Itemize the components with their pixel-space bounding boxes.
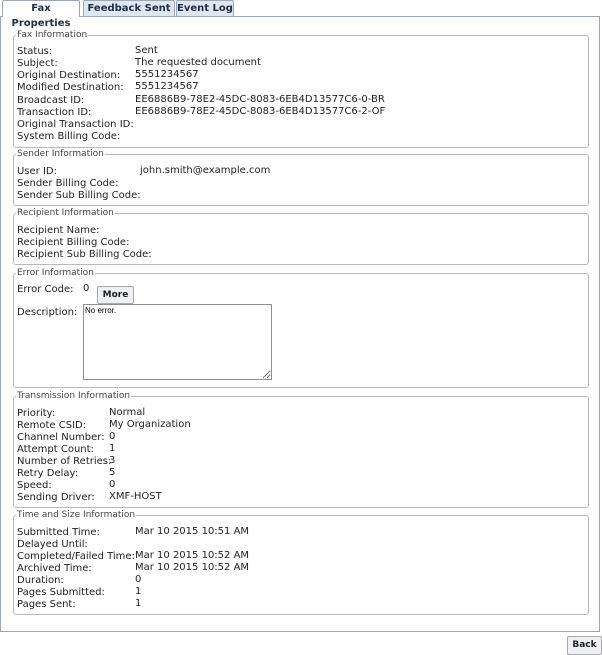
back-button[interactable]: Back — [567, 636, 602, 655]
speed-value: 0 — [109, 479, 116, 490]
status-value: Sent — [135, 45, 158, 56]
duration-value: 0 — [135, 574, 142, 585]
description-label: Description: — [17, 307, 78, 318]
archived-time-value: Mar 10 2015 10:52 AM — [135, 562, 250, 573]
recipient-information-legend: Recipient Information — [17, 208, 114, 218]
recipient-billing-code-label: Recipient Billing Code: — [17, 237, 130, 248]
delayed-until-label: Delayed Until: — [17, 539, 88, 550]
transaction-id-value: EE6886B9-78E2-45DC-8083-6EB4D13577C6-2-O… — [135, 106, 386, 117]
channel-number-value: 0 — [109, 431, 116, 442]
recipient-name-label: Recipient Name: — [17, 225, 100, 236]
tab-fax-properties[interactable]: Fax Properties — [2, 0, 80, 29]
completed-failed-time-label: Completed/Failed Time: — [17, 551, 135, 562]
user-id-value: john.smith@example.com — [140, 165, 271, 176]
description-textarea[interactable]: No error. — [83, 304, 272, 380]
more-button[interactable]: More — [97, 286, 134, 304]
original-destination-label: Original Destination: — [17, 70, 121, 81]
number-of-retries-label: Number of Retries: — [17, 456, 112, 467]
error-information-legend: Error Information — [17, 268, 94, 278]
subject-label: Subject: — [17, 58, 58, 69]
original-destination-value: 5551234567 — [135, 69, 199, 80]
time-size-information-group: Time and Size Information — [13, 510, 589, 615]
status-label: Status: — [17, 46, 53, 57]
tab-event-log[interactable]: Event Log — [176, 0, 234, 16]
user-id-label: User ID: — [17, 166, 57, 177]
error-code-label: Error Code: — [17, 284, 74, 295]
completed-failed-time-value: Mar 10 2015 10:52 AM — [135, 550, 250, 561]
transmission-information-legend: Transmission Information — [17, 391, 131, 401]
time-size-information-legend: Time and Size Information — [17, 510, 136, 520]
priority-value: Normal — [109, 407, 146, 418]
system-billing-code-label: System Billing Code: — [17, 131, 121, 142]
archived-time-label: Archived Time: — [17, 563, 92, 574]
modified-destination-value: 5551234567 — [135, 81, 199, 92]
sender-information-legend: Sender Information — [17, 149, 104, 159]
speed-label: Speed: — [17, 480, 52, 491]
attempt-count-value: 1 — [109, 443, 116, 454]
number-of-retries-value: 3 — [109, 455, 116, 466]
original-transaction-id-label: Original Transaction ID: — [17, 119, 134, 130]
retry-delay-value: 5 — [109, 467, 116, 478]
broadcast-id-label: Broadcast ID: — [17, 95, 85, 106]
pages-sent-label: Pages Sent: — [17, 599, 76, 610]
sender-sub-billing-code-label: Sender Sub Billing Code: — [17, 190, 141, 201]
recipient-sub-billing-code-label: Recipient Sub Billing Code: — [17, 249, 152, 260]
pages-submitted-value: 1 — [135, 586, 142, 597]
sender-billing-code-label: Sender Billing Code: — [17, 178, 119, 189]
submitted-time-label: Submitted Time: — [17, 527, 100, 538]
broadcast-id-value: EE6886B9-78E2-45DC-8083-6EB4D13577C6-0-B… — [135, 94, 385, 105]
submitted-time-value: Mar 10 2015 10:51 AM — [135, 526, 250, 537]
channel-number-label: Channel Number: — [17, 432, 105, 443]
remote-csid-value: My Organization — [109, 419, 191, 430]
error-code-value: 0 — [83, 283, 90, 294]
modified-destination-label: Modified Destination: — [17, 82, 124, 93]
attempt-count-label: Attempt Count: — [17, 444, 94, 455]
sending-driver-label: Sending Driver: — [17, 492, 95, 503]
subject-value: The requested document — [135, 57, 261, 68]
tab-feedback-sent-to[interactable]: Feedback Sent To — [83, 0, 175, 29]
retry-delay-label: Retry Delay: — [17, 468, 79, 479]
sending-driver-value: XMF-HOST — [109, 491, 162, 502]
priority-label: Priority: — [17, 408, 56, 419]
pages-sent-value: 1 — [135, 598, 142, 609]
pages-submitted-label: Pages Submitted: — [17, 587, 105, 598]
duration-label: Duration: — [17, 575, 64, 586]
remote-csid-label: Remote CSID: — [17, 420, 87, 431]
transaction-id-label: Transaction ID: — [17, 107, 92, 118]
fax-information-legend: Fax Information — [17, 30, 88, 40]
transmission-information-group: Transmission Information — [13, 391, 589, 508]
